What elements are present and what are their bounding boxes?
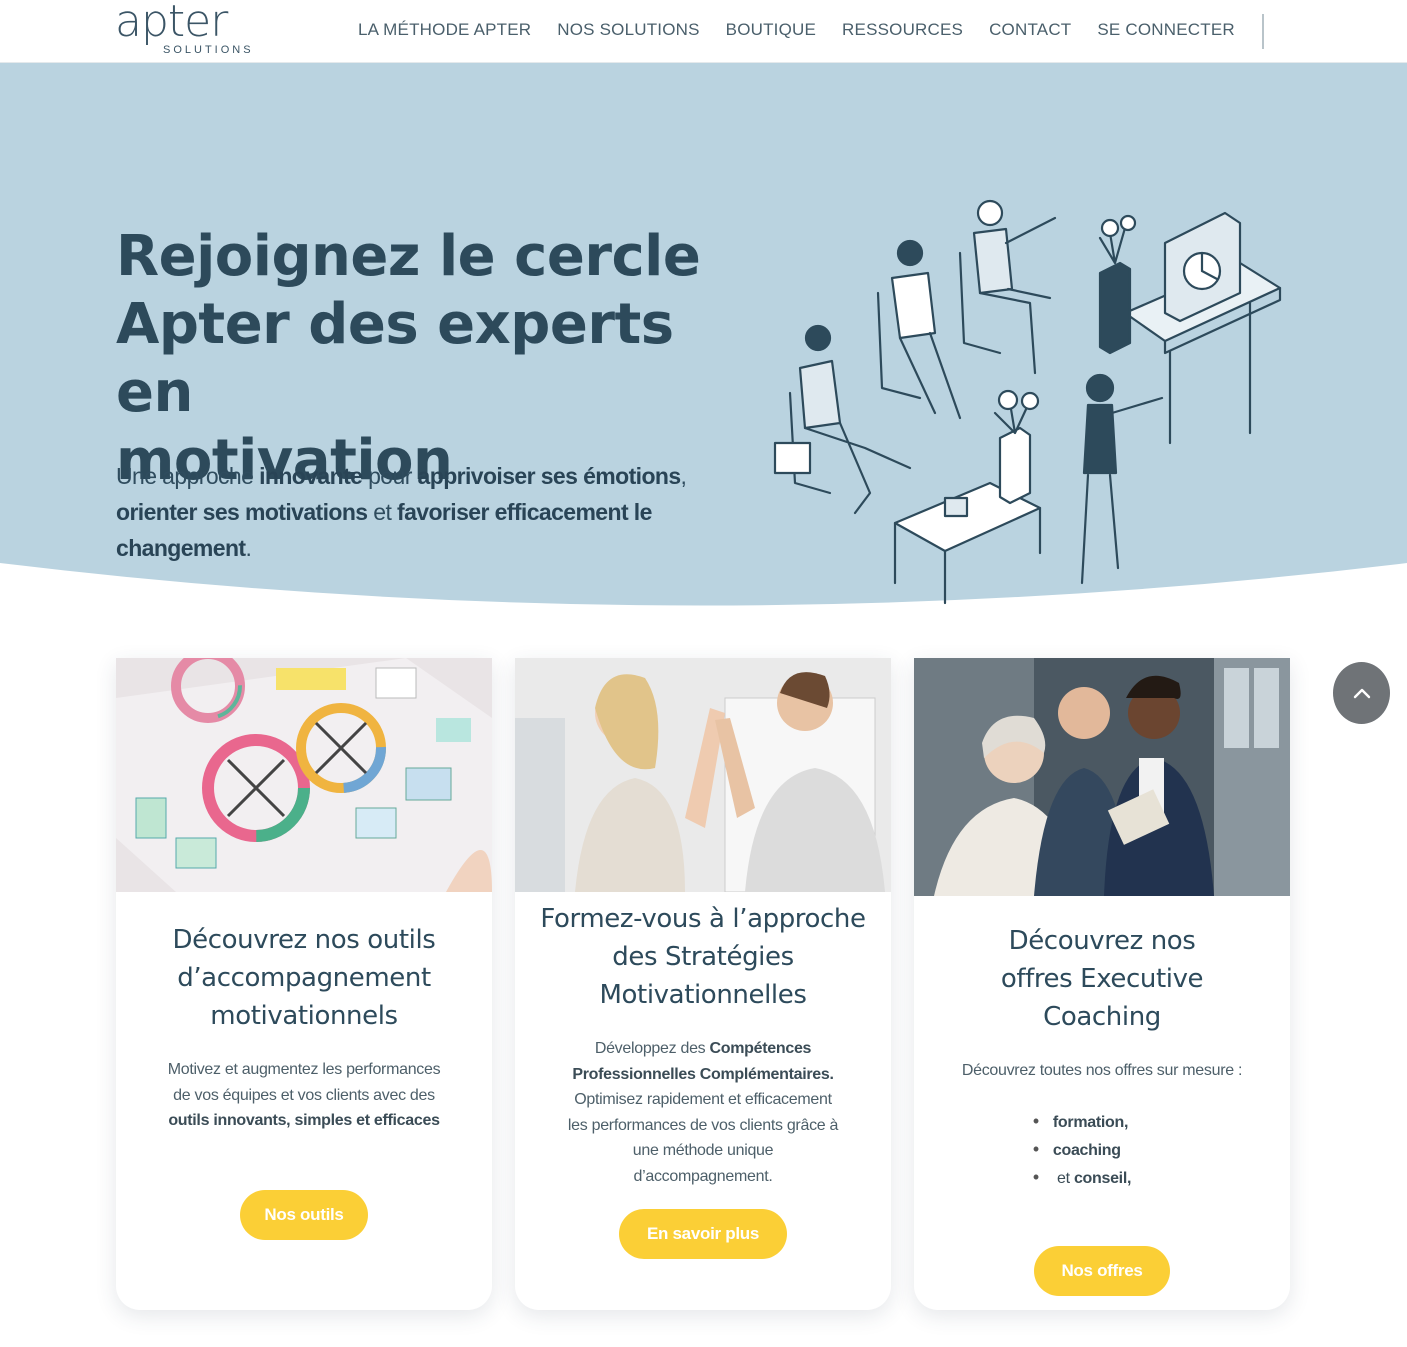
card-text-part: Motivez et augmentez les performances de… [167,1061,441,1104]
back-to-top-button[interactable] [1333,662,1390,724]
card-image-executive-team [914,658,1290,896]
card-title: Découvrez nos outils d’accompagnement mo… [172,925,436,1031]
logo-subtitle: SOLUTIONS [163,44,254,56]
list-item: coaching [1033,1136,1131,1164]
nav-contact[interactable]: CONTACT [989,20,1071,40]
list-item: et conseil, [1033,1164,1131,1192]
list-item-label: formation, [1052,1113,1129,1131]
card-title: Découvrez nos offres Executive Coaching [1000,926,1204,1032]
hero-text-bold: apprivoiser ses émotions [417,463,682,489]
hero-title: Rejoignez le cercle Apter des experts en… [116,223,736,495]
hero-text-bold: orienter ses motivations [116,499,368,525]
card-image-high-five [515,658,891,892]
hero-text-part: et [367,499,398,525]
team-meeting-illustration [773,199,1282,605]
card-description: Découvrez toutes nos offres sur mesure : [961,1062,1243,1079]
nav-boutique[interactable]: BOUTIQUE [726,20,816,40]
hero-text-part: , [680,463,687,489]
executive-coaching-photo [914,658,1290,896]
card-description: Développez des Compétences Professionnel… [515,1036,891,1087]
en-savoir-plus-button[interactable]: En savoir plus [618,1209,787,1259]
card-image-tools-board [116,658,492,892]
nos-outils-button[interactable]: Nos outils [240,1189,368,1240]
board-game-photo [116,658,492,892]
hero-text-bold: innovante [259,463,363,489]
hero-text-part: Une approche [116,463,260,489]
list-item-label: coaching [1052,1141,1121,1159]
nav-divider [1262,14,1264,49]
hero-title-line: Rejoignez le cercle [116,224,701,289]
card-formation: Formez-vous à l’approche des Stratégies … [515,658,891,1310]
apter-logo[interactable]: apter SOLUTIONS [115,0,255,58]
list-item-label: et [1052,1169,1074,1187]
hero-section: Rejoignez le cercle Apter des experts en… [0,63,1407,608]
card-coaching: Découvrez nos offres Executive Coaching … [914,658,1290,1310]
hero-text-part: . [245,535,252,561]
chevron-up-icon [1353,688,1370,699]
card-description: Motivez et augmentez les performances de… [116,1057,492,1134]
card-text-part: Développez des [594,1040,710,1057]
high-five-photo [515,658,891,892]
logo-wordmark: apter [115,0,228,47]
list-item: formation, [1033,1108,1131,1136]
hero-title-line: Apter des experts en [116,292,674,425]
card-description-2: Optimisez rapidement et efficacement les… [567,1091,839,1185]
nav-ressources[interactable]: RESSOURCES [842,20,963,40]
hero-text-part: pour [362,463,418,489]
site-header: apter SOLUTIONS LA MÉTHODE APTER NOS SOL… [0,0,1407,63]
card-outils: Découvrez nos outils d’accompagnement mo… [116,658,492,1310]
list-item-label: conseil, [1073,1169,1132,1187]
hero-description: Une approche innovante pour apprivoiser … [116,458,716,566]
nav-se-connecter[interactable]: SE CONNECTER [1097,20,1234,40]
nav-la-methode-apter[interactable]: LA MÉTHODE APTER [358,20,531,40]
offers-list: formation, coaching et conseil, [1033,1108,1132,1192]
card-text-bold: outils innovants, simples et efficaces [168,1112,440,1129]
nos-offres-button[interactable]: Nos offres [1034,1245,1170,1296]
card-title: Formez-vous à l’approche des Stratégies … [540,904,866,1010]
nav-nos-solutions[interactable]: NOS SOLUTIONS [557,20,699,40]
main-nav: LA MÉTHODE APTER NOS SOLUTIONS BOUTIQUE … [358,20,1261,40]
